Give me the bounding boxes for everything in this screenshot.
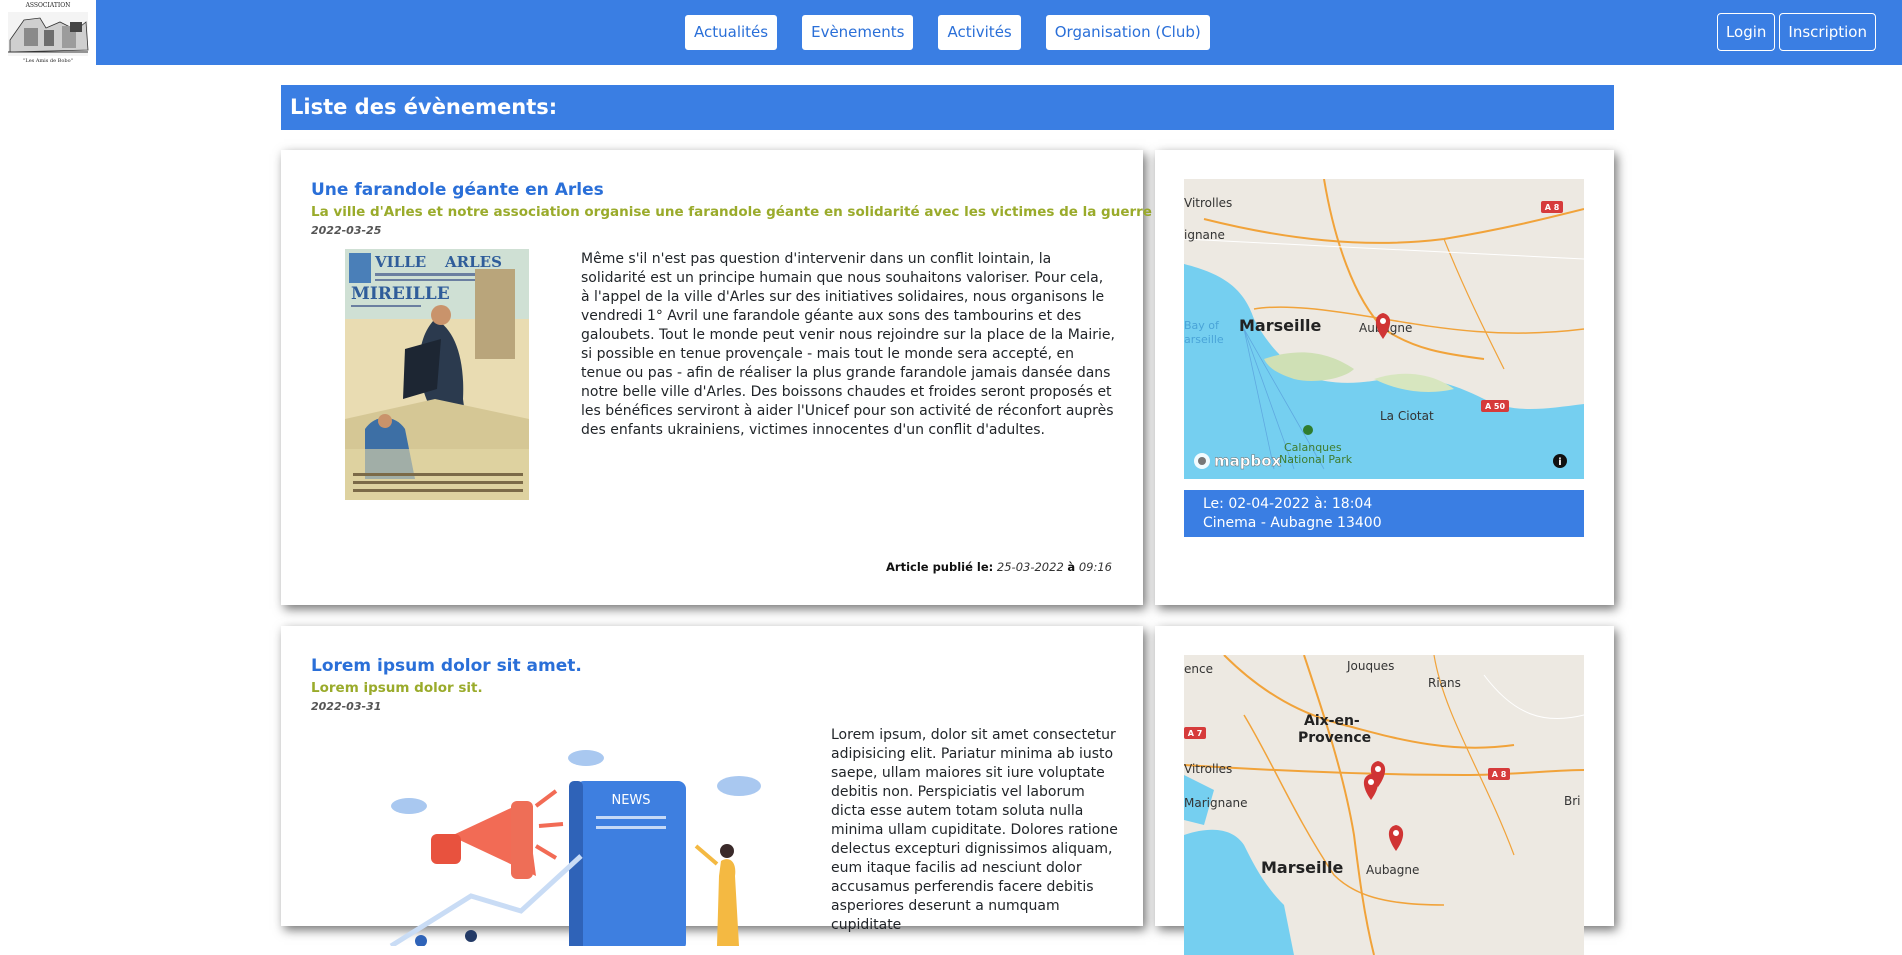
map-label: Rians [1428,676,1461,690]
event-date: 2022-03-31 [311,700,382,713]
event-date: 2022-03-25 [311,224,382,237]
nav-link-evenements[interactable]: Evènements [802,15,914,50]
event-body: Lorem ipsum, dolor sit amet consectetur … [831,727,1118,933]
event-poster-image: VILLE ARLES MIREILLE [345,249,529,500]
map-road-label: A 7 [1188,729,1203,738]
poster-line2: ARLES [444,253,502,271]
event-map-card: A 8 A 50 Vitrolles ignane Marseille Auba… [1155,150,1614,605]
association-logo[interactable]: ASSOCIATION "Les Amis de Bobo" [0,0,96,65]
mapbox-brand: mapbox [1214,452,1282,470]
map-label: Marseille [1261,858,1343,877]
poster-line1: VILLE [374,253,426,271]
event-map[interactable]: A 7 A 8 ence Jouques Rians Aix-en- Prove… [1184,655,1584,955]
map-label: Vitrolles [1184,762,1232,776]
poster-line3: MIREILLE [351,284,450,304]
map-road-label: A 8 [1492,770,1507,779]
event-map-card: A 7 A 8 ence Jouques Rians Aix-en- Prove… [1155,626,1614,955]
event-card: Lorem ipsum dolor sit amet. Lorem ipsum … [281,626,1143,946]
map-label: Vitrolles [1184,196,1232,210]
logo-image: ASSOCIATION "Les Amis de Bobo" [0,0,96,65]
event-subtitle: La ville d'Arles et notre association or… [311,204,1240,220]
event-subtitle: Lorem ipsum dolor sit. [311,680,483,696]
map-label: Marseille [1239,316,1321,335]
map-label: Marignane [1184,796,1248,810]
map-label: arseille [1184,333,1224,346]
news-illustration-image: NEWS [389,750,761,946]
svg-text:i: i [1558,457,1561,468]
map-label: National Park [1279,453,1353,466]
map-canvas: A 8 A 50 Vitrolles ignane Marseille Auba… [1184,179,1584,479]
map-label: Provence [1298,730,1371,746]
news-label: NEWS [611,793,650,808]
logo-text-bottom: "Les Amis de Bobo" [23,58,73,64]
published-label: Article publié le: [886,560,994,574]
map-label: La Ciotat [1380,409,1434,423]
main-nav: Actualités Evènements Activités Organisa… [685,15,1210,50]
event-map[interactable]: A 8 A 50 Vitrolles ignane Marseille Auba… [1184,179,1584,479]
logo-text-top: ASSOCIATION [25,2,71,9]
map-road-label: A 8 [1545,203,1560,212]
event-where: Cinema - Aubagne 13400 [1203,515,1382,531]
event-when: Le: 02-04-2022 à: 18:04 [1203,496,1373,512]
nav-link-actualites[interactable]: Actualités [685,15,778,50]
login-button[interactable]: Login [1716,13,1776,51]
map-canvas: A 7 A 8 ence Jouques Rians Aix-en- Prove… [1184,655,1584,955]
map-label: ignane [1184,228,1225,242]
event-title[interactable]: Lorem ipsum dolor sit amet. [311,656,582,676]
park-tree-icon [1303,425,1313,435]
map-label: Aubagne [1366,863,1419,877]
nav-link-activites[interactable]: Activités [938,15,1021,50]
published-date: 25-03-2022 [996,560,1064,574]
event-card: Une farandole géante en Arles La ville d… [281,150,1239,605]
map-label: Bri [1564,794,1581,808]
map-label: Bay of [1184,319,1220,332]
published-time: 09:16 [1078,560,1112,574]
published-at: à [1067,560,1076,574]
map-label: ence [1184,662,1213,676]
event-body: Même s'il n'est pas question d'interveni… [581,251,1115,438]
map-label: Aix-en- [1304,713,1360,729]
nav-link-organisation[interactable]: Organisation (Club) [1045,15,1210,50]
auth-nav: Login Inscription [1716,13,1876,51]
published-info: Article publié le: 25-03-2022 à 09:16 [886,560,1112,574]
navbar: ASSOCIATION "Les Amis de Bobo" Actualité… [0,0,1902,65]
map-label: Jouques [1346,659,1394,673]
signup-button[interactable]: Inscription [1779,13,1876,51]
map-attribution-info-icon: i [1553,454,1567,468]
map-road-label: A 50 [1485,402,1506,411]
event-title[interactable]: Une farandole géante en Arles [311,180,604,200]
event-location-box: Le: 02-04-2022 à: 18:04 Cinema - Aubagne… [1184,490,1584,537]
page-title: Liste des évènements: [281,85,1614,130]
